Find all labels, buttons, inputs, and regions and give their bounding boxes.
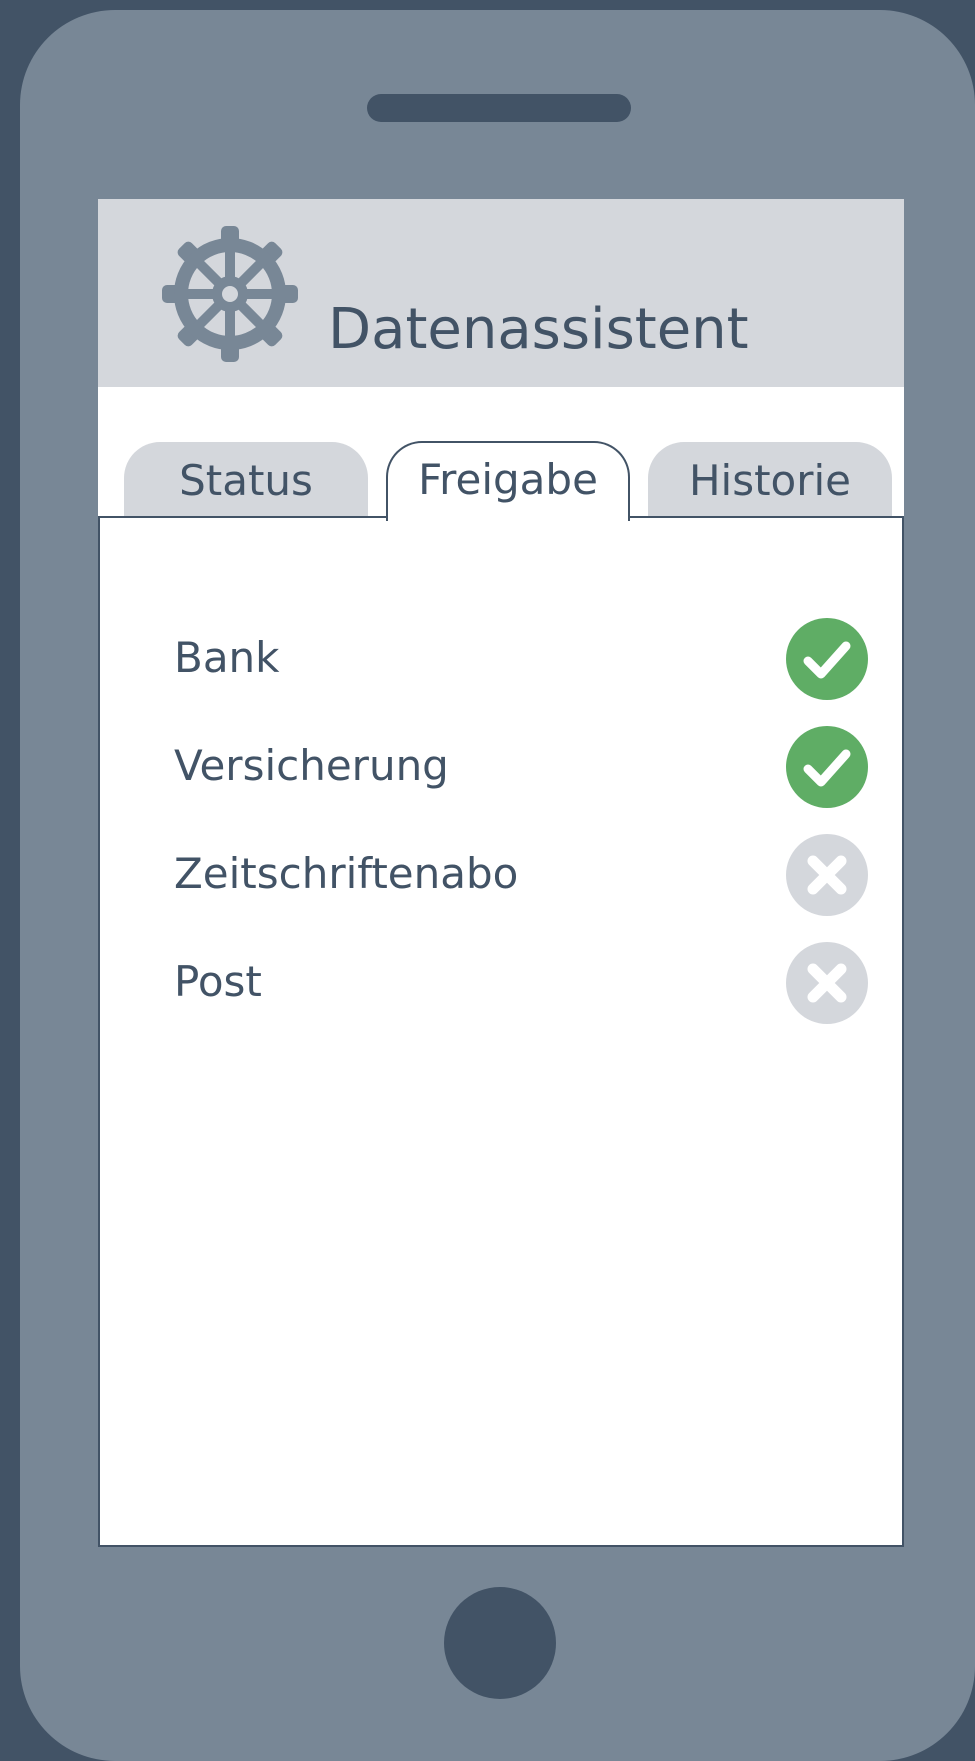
tab-status[interactable]: Status	[124, 442, 368, 520]
permission-list: Bank Versicherung Zeitschriftenabo Post	[100, 598, 902, 1030]
list-item-bank: Bank	[100, 598, 902, 706]
app-header: Datenassistent	[98, 199, 904, 387]
app-screen: Datenassistent Status Freigabe Historie …	[98, 199, 904, 1547]
ship-wheel-icon	[156, 220, 304, 368]
list-item-zeitschriftenabo: Zeitschriftenabo	[100, 814, 902, 922]
phone-frame: Datenassistent Status Freigabe Historie …	[20, 10, 975, 1761]
x-circle-icon[interactable]	[786, 834, 868, 916]
home-button[interactable]	[444, 1587, 556, 1699]
list-item-label: Zeitschriftenabo	[174, 849, 519, 898]
list-item-label: Versicherung	[174, 741, 449, 790]
tab-historie[interactable]: Historie	[648, 442, 892, 520]
check-circle-icon[interactable]	[786, 618, 868, 700]
freigabe-panel: Bank Versicherung Zeitschriftenabo Post	[98, 516, 904, 1547]
tab-freigabe[interactable]: Freigabe	[386, 441, 630, 521]
list-item-post: Post	[100, 922, 902, 1030]
speaker-grille	[367, 94, 631, 122]
list-item-versicherung: Versicherung	[100, 706, 902, 814]
x-circle-icon[interactable]	[786, 942, 868, 1024]
list-item-label: Post	[174, 957, 262, 1006]
list-item-label: Bank	[174, 633, 280, 682]
check-circle-icon[interactable]	[786, 726, 868, 808]
app-title: Datenassistent	[328, 297, 749, 362]
